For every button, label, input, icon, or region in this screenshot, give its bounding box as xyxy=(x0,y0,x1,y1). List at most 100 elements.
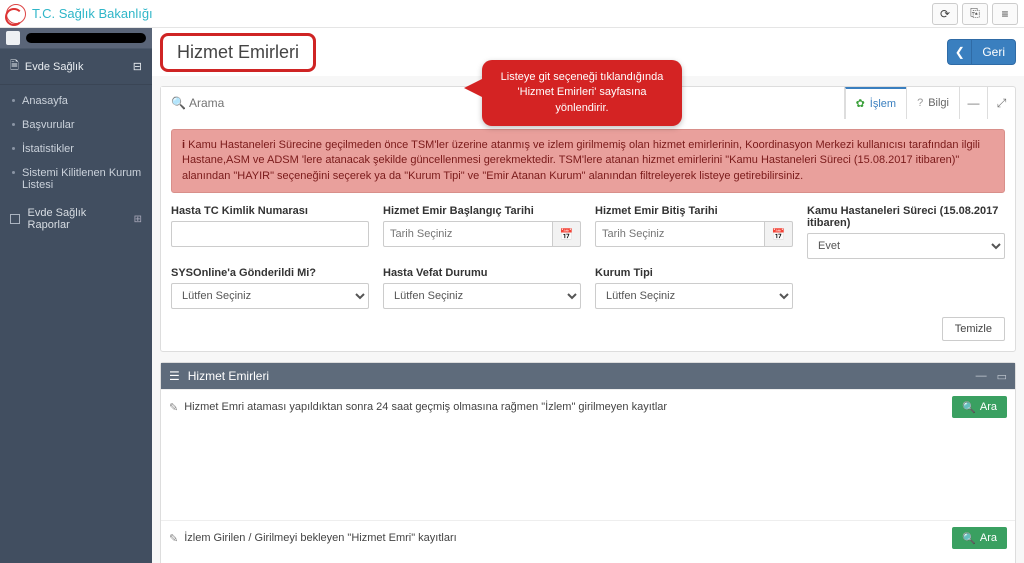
sys-select[interactable]: Lütfen Seçiniz xyxy=(171,283,369,309)
search-icon: 🔍 xyxy=(962,532,976,545)
sys-label: SYSOnline'a Gönderildi Mi? xyxy=(171,267,369,279)
search-button-label: Ara xyxy=(980,401,997,413)
search-icon: 🔍 xyxy=(962,401,976,414)
sidebar-item-label: Sistemi Kilitlenen Kurum Listesi xyxy=(22,167,141,191)
list-panel-header: ☰ Hizmet Emirleri — ▭ xyxy=(161,363,1015,389)
sidebar-item-label: İstatistikler xyxy=(22,143,74,155)
clear-button[interactable]: Temizle xyxy=(942,317,1005,341)
page-title-highlight: Hizmet Emirleri xyxy=(160,33,316,72)
kurum-select[interactable]: Lütfen Seçiniz xyxy=(595,283,793,309)
sidebar-item-anasayfa[interactable]: Anasayfa xyxy=(0,89,152,113)
end-date-label: Hizmet Emir Bitiş Tarihi xyxy=(595,205,793,217)
field-kamu: Kamu Hastaneleri Süreci (15.08.2017 itib… xyxy=(807,205,1005,259)
sidebar-item-istatistikler[interactable]: İstatistikler xyxy=(0,137,152,161)
calendar-icon: 📅 xyxy=(560,228,574,241)
tab-islem[interactable]: ✿ İşlem xyxy=(845,87,907,119)
vefat-select[interactable]: Lütfen Seçiniz xyxy=(383,283,581,309)
subrow1-text: Hizmet Emri ataması yapıldıktan sonra 24… xyxy=(184,401,667,413)
menu-button[interactable]: ≡ xyxy=(992,3,1018,25)
search-button-1[interactable]: 🔍 Ara xyxy=(952,396,1007,418)
sidebar-section-label: Evde Sağlık xyxy=(25,61,84,73)
info-banner: i Kamu Hastaneleri Sürecine geçilmeden ö… xyxy=(171,129,1005,193)
start-date-picker-button[interactable]: 📅 xyxy=(553,221,581,247)
end-date-input[interactable] xyxy=(595,221,765,247)
page-title: Hizmet Emirleri xyxy=(177,42,299,62)
minimize-button[interactable]: — xyxy=(959,87,987,119)
content-area: 🔍 ✿ İşlem ? Bilgi xyxy=(152,76,1024,563)
end-date-picker-button[interactable]: 📅 xyxy=(765,221,793,247)
chevron-left-icon: ❮ xyxy=(955,45,965,59)
field-end-date: Hizmet Emir Bitiş Tarihi 📅 xyxy=(595,205,793,259)
sidebar: 🗎 Evde Sağlık ⊟ Anasayfa Başvurular İsta… xyxy=(0,28,152,563)
search-button-label: Ara xyxy=(980,532,997,544)
list-close-button[interactable]: ▭ xyxy=(997,370,1007,383)
field-kurum: Kurum Tipi Lütfen Seçiniz xyxy=(595,267,793,309)
sidebar-item-basvurular[interactable]: Başvurular xyxy=(0,113,152,137)
collapse-icon: ⊟ xyxy=(133,60,142,73)
sidebar-reports-label: Evde Sağlık Raporlar xyxy=(28,207,126,231)
refresh-button[interactable]: ⟳ xyxy=(932,3,958,25)
gear-icon: ✿ xyxy=(856,97,865,110)
menu-icon: ≡ xyxy=(1001,7,1008,21)
expand-diag-icon: ⤢ xyxy=(997,96,1007,111)
field-vefat: Hasta Vefat Durumu Lütfen Seçiniz xyxy=(383,267,581,309)
topbar-actions: ⟳ ⎘ ≡ xyxy=(932,3,1018,25)
vefat-label: Hasta Vefat Durumu xyxy=(383,267,581,279)
field-tc: Hasta TC Kimlik Numarası xyxy=(171,205,369,259)
list-body-2 xyxy=(161,555,1015,563)
logout-button[interactable]: ⎘ xyxy=(962,3,988,25)
question-icon: ? xyxy=(917,97,923,109)
back-button-label: Geri xyxy=(982,45,1005,59)
kamu-label: Kamu Hastaneleri Süreci (15.08.2017 itib… xyxy=(807,205,1005,229)
logout-icon: ⎘ xyxy=(970,6,980,21)
edit-icon: ✎ xyxy=(169,532,178,545)
search-button-2[interactable]: 🔍 Ara xyxy=(952,527,1007,549)
brand-title: T.C. Sağlık Bakanlığı xyxy=(32,6,153,21)
avatar xyxy=(6,31,20,45)
sidebar-section-evde-saglik[interactable]: 🗎 Evde Sağlık ⊟ xyxy=(0,48,152,85)
list-icon: ☰ xyxy=(169,369,180,383)
main: Hizmet Emirleri ❮ Geri Listeye git seçen… xyxy=(152,28,1024,563)
list-body-1 xyxy=(161,424,1015,520)
list-panel: ☰ Hizmet Emirleri — ▭ ✎ Hizmet Emri atam… xyxy=(160,362,1016,563)
ministry-logo-icon xyxy=(6,4,26,24)
grid-icon xyxy=(10,214,20,224)
tc-input[interactable] xyxy=(171,221,369,247)
back-button-group: ❮ Geri xyxy=(947,39,1016,65)
calendar-icon: 📅 xyxy=(772,228,786,241)
list-minimize-button[interactable]: — xyxy=(976,370,987,383)
refresh-icon: ⟳ xyxy=(940,7,950,21)
sidebar-item-raporlar[interactable]: Evde Sağlık Raporlar ⊞ xyxy=(0,201,152,237)
tab-bar: ✿ İşlem ? Bilgi — ⤢ xyxy=(845,87,1015,119)
sidebar-item-label: Başvurular xyxy=(22,119,75,131)
clear-label: Temizle xyxy=(955,323,992,335)
filter-actions: Temizle xyxy=(161,317,1015,351)
start-date-label: Hizmet Emir Başlangıç Tarihi xyxy=(383,205,581,217)
back-button[interactable]: Geri xyxy=(971,39,1016,65)
sidebar-items: Anasayfa Başvurular İstatistikler Sistem… xyxy=(0,85,152,201)
minus-icon: — xyxy=(968,96,980,110)
edit-icon: ✎ xyxy=(169,401,178,414)
topbar: T.C. Sağlık Bakanlığı ⟳ ⎘ ≡ xyxy=(0,0,1024,28)
tc-label: Hasta TC Kimlik Numarası xyxy=(171,205,369,217)
expand-icon: ⊞ xyxy=(134,214,142,225)
info-text: Kamu Hastaneleri Sürecine geçilmeden önc… xyxy=(182,139,980,182)
help-callout: Listeye git seçeneği tıklandığında 'Hizm… xyxy=(482,60,682,126)
tab-bilgi[interactable]: ? Bilgi xyxy=(906,87,959,119)
expand-button[interactable]: ⤢ xyxy=(987,87,1015,119)
kurum-label: Kurum Tipi xyxy=(595,267,793,279)
callout-text: Listeye git seçeneği tıklandığında 'Hizm… xyxy=(482,60,682,126)
username-redacted xyxy=(26,33,146,43)
sidebar-item-label: Anasayfa xyxy=(22,95,68,107)
back-chevron-button[interactable]: ❮ xyxy=(947,39,971,65)
sidebar-user[interactable] xyxy=(0,28,152,48)
field-sys: SYSOnline'a Gönderildi Mi? Lütfen Seçini… xyxy=(171,267,369,309)
list-subrow-1: ✎ Hizmet Emri ataması yapıldıktan sonra … xyxy=(161,389,1015,424)
tab-bilgi-label: Bilgi xyxy=(928,97,949,109)
kamu-select[interactable]: Evet xyxy=(807,233,1005,259)
clipboard-icon: 🗎 xyxy=(10,57,19,76)
sidebar-item-kilit-kurum[interactable]: Sistemi Kilitlenen Kurum Listesi xyxy=(0,161,152,197)
subrow2-text: İzlem Girilen / Girilmeyi bekleyen "Hizm… xyxy=(184,532,456,544)
list-panel-controls: — ▭ xyxy=(976,370,1007,383)
start-date-input[interactable] xyxy=(383,221,553,247)
